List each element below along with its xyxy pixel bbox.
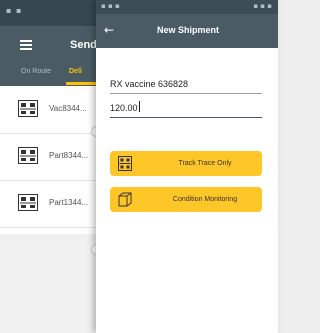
list-item-label: Vac8344... xyxy=(49,104,87,113)
package-sensor-icon xyxy=(118,156,132,171)
list-item-label: Part8344... xyxy=(49,151,89,160)
list-item[interactable]: Vac8344... xyxy=(0,86,96,134)
shipment-number-field[interactable] xyxy=(110,99,262,118)
package-sensor-icon xyxy=(18,147,38,164)
shipment-name-field[interactable] xyxy=(110,75,262,94)
app-header: ← New Shipment xyxy=(96,14,278,48)
button-label: Track Trace Only xyxy=(178,160,232,167)
arrow-left-icon[interactable]: ← xyxy=(104,23,114,37)
page-title: New Shipment xyxy=(157,25,220,35)
shipment-list: Vac8344... Part8344... Part1344... xyxy=(0,86,96,234)
status-icons: ▪ ▪ ▪ xyxy=(101,2,120,10)
tab-on-route[interactable]: On Route xyxy=(21,68,51,75)
text-cursor xyxy=(139,101,140,112)
new-shipment-screen: ▪ ▪ ▪ ▪ ▪ ▪ ← New Shipment Track Trace O… xyxy=(96,0,278,333)
list-item[interactable]: Part1344... xyxy=(0,180,96,228)
list-item-label: Part1344... xyxy=(49,198,89,207)
package-sensor-icon xyxy=(18,100,38,117)
active-tab-indicator xyxy=(66,82,96,85)
status-icons: ▪ ▪ ▪ xyxy=(253,2,272,10)
condition-monitoring-button[interactable]: Condition Monitoring xyxy=(110,187,262,212)
button-label: Condition Monitoring xyxy=(172,196,238,203)
package-sensor-icon xyxy=(18,194,38,211)
status-bar: ▪ ▪ ▪ ▪ ▪ ▪ xyxy=(96,0,278,14)
hamburger-menu-icon[interactable] xyxy=(20,40,32,50)
list-item[interactable]: Part8344... xyxy=(0,133,96,181)
box-icon xyxy=(118,192,132,207)
tab-delivered[interactable]: Deli xyxy=(69,68,82,75)
track-trace-only-button[interactable]: Track Trace Only xyxy=(110,151,262,176)
status-icons: ▪ ▪ xyxy=(6,6,23,15)
